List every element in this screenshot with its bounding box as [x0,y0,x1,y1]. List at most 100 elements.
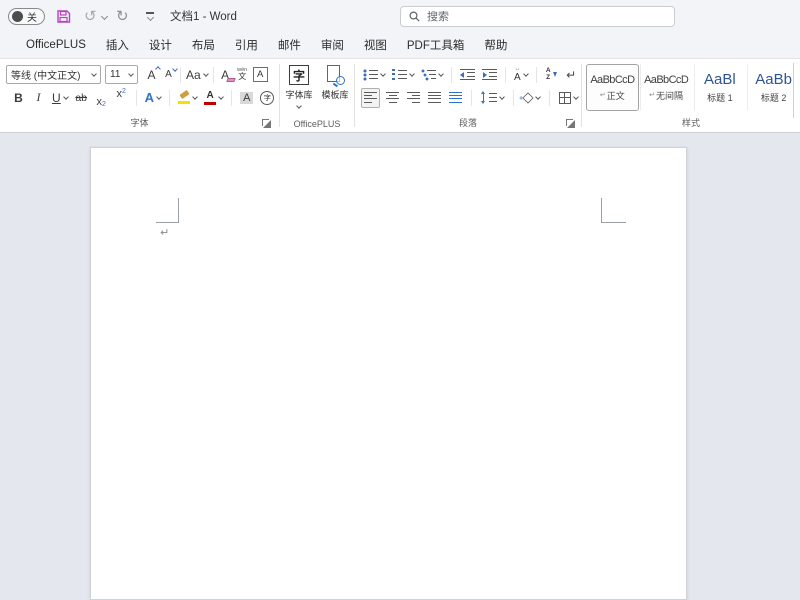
tab-mailings[interactable]: 邮件 [268,32,311,58]
asian-layout-button[interactable]: ↔ A [512,65,530,85]
strikethrough-button[interactable]: ab [73,88,90,108]
margin-crop-mark-top-left [156,198,179,223]
tab-layout[interactable]: 布局 [182,32,225,58]
bullets-button[interactable] [361,65,387,85]
divider [213,67,214,83]
phonetic-guide-button[interactable]: wén 文 [234,65,251,85]
increase-indent-icon [482,69,497,81]
enclose-characters-button[interactable]: 字 [258,88,276,108]
clear-formatting-button[interactable]: A [217,65,234,85]
divider [136,90,137,106]
tab-references[interactable]: 引用 [225,32,268,58]
borders-grid-icon [559,92,571,104]
divider [505,67,506,83]
change-case-button[interactable]: Aa [184,65,210,85]
paint-bucket-icon [522,92,533,103]
font-color-button[interactable]: A [202,88,225,108]
chevron-down-icon [523,71,529,77]
bold-icon: B [14,91,23,105]
strikethrough-icon: ab [75,92,87,104]
bold-button[interactable]: B [10,88,27,108]
shrink-font-button[interactable]: A [160,65,177,85]
text-effects-button[interactable]: A [143,88,163,108]
style-item-heading1[interactable]: AaBl 标题 1 [694,64,747,111]
template-library-button[interactable]: 模板库 [318,59,352,121]
margin-crop-mark-top-right [601,198,626,223]
line-spacing-icon [481,91,487,104]
highlight-color-button[interactable] [176,88,199,108]
align-center-icon [386,92,399,103]
character-shading-button[interactable]: A [238,88,255,108]
paragraph-mark-icon: ↵ [566,68,576,82]
font-dialog-launcher[interactable] [262,119,269,126]
chevron-down-icon [146,14,153,21]
font-size-value: 11 [110,69,120,80]
tab-insert[interactable]: 插入 [96,32,139,58]
shading-button[interactable] [521,88,542,108]
sort-button[interactable]: A Z [543,65,560,85]
underline-icon: U [52,91,61,105]
tab-officeplus[interactable]: OfficePLUS [16,32,96,58]
magnifier-icon [336,76,345,85]
styles-group: AaBbCcD ↵ 正文 AaBbCcD ↵ 无间隔 AaBl [582,59,800,132]
qat-customize-button[interactable] [146,5,154,27]
paragraph-mark: ↵ [160,226,169,239]
italic-button[interactable]: I [30,88,47,108]
subscript-button[interactable]: x 2 [93,88,110,108]
redo-icon: ↻ [116,7,129,25]
font-name-select[interactable]: 等线 (中文正文) [6,65,101,84]
undo-icon: ↺ [84,7,97,25]
document-page[interactable]: ↵ [90,147,687,600]
font-group: 等线 (中文正文) 11 A A [0,59,279,132]
window-title: 文档1 - Word [170,0,237,32]
font-size-select[interactable]: 11 [105,65,138,84]
autosave-toggle[interactable]: 关 [8,8,45,25]
justify-icon [428,92,441,103]
style-item-normal[interactable]: AaBbCcD ↵ 正文 [586,64,639,111]
character-border-button[interactable]: A [251,65,270,85]
grow-font-button[interactable]: A [143,65,160,85]
superscript-button[interactable]: x 2 [113,88,130,108]
chevron-down-icon [91,71,97,77]
divider [549,90,550,106]
distribute-button[interactable] [447,88,464,108]
font-library-button[interactable]: 字 字体库 [282,59,316,121]
multilevel-list-button[interactable] [419,65,445,85]
divider [169,90,170,106]
save-button[interactable] [56,5,71,27]
align-center-button[interactable] [384,88,401,108]
officeplus-group: 字 字体库 模板库 OfficePLUS [280,59,354,132]
font-color-icon: A [204,91,216,105]
tab-pdf-tools[interactable]: PDF工具箱 [397,32,475,58]
numbering-icon [392,69,407,81]
search-box[interactable] [400,6,675,27]
character-shading-icon: A [240,92,253,104]
shrink-font-icon: A [165,69,172,80]
undo-dropdown[interactable] [102,5,107,27]
tab-review[interactable]: 审阅 [311,32,354,58]
numbering-button[interactable] [390,65,416,85]
ribbon-tab-row: OfficePLUS 插入 设计 布局 引用 邮件 审阅 视图 PDF工具箱 帮… [0,32,800,58]
document-area[interactable]: ↵ [0,134,800,600]
search-input[interactable] [427,11,627,23]
paragraph-dialog-launcher[interactable] [566,119,573,126]
tab-help[interactable]: 帮助 [474,32,517,58]
align-left-button[interactable] [361,88,380,108]
style-item-no-spacing[interactable]: AaBbCcD ↵ 无间隔 [640,64,693,111]
tab-view[interactable]: 视图 [354,32,397,58]
borders-button[interactable] [557,88,580,108]
justify-button[interactable] [426,88,443,108]
show-marks-button[interactable]: ↵ [563,65,580,85]
chevron-down-icon [573,94,579,100]
chevron-down-icon [438,71,444,77]
decrease-indent-icon [460,69,475,81]
increase-indent-button[interactable] [480,65,499,85]
undo-button[interactable]: ↺ [84,5,97,27]
underline-button[interactable]: U [50,88,70,108]
redo-button[interactable]: ↻ [116,5,129,27]
tab-design[interactable]: 设计 [139,32,182,58]
line-spacing-button[interactable] [479,88,506,108]
align-right-button[interactable] [405,88,422,108]
bullets-icon [363,69,378,81]
decrease-indent-button[interactable] [458,65,477,85]
